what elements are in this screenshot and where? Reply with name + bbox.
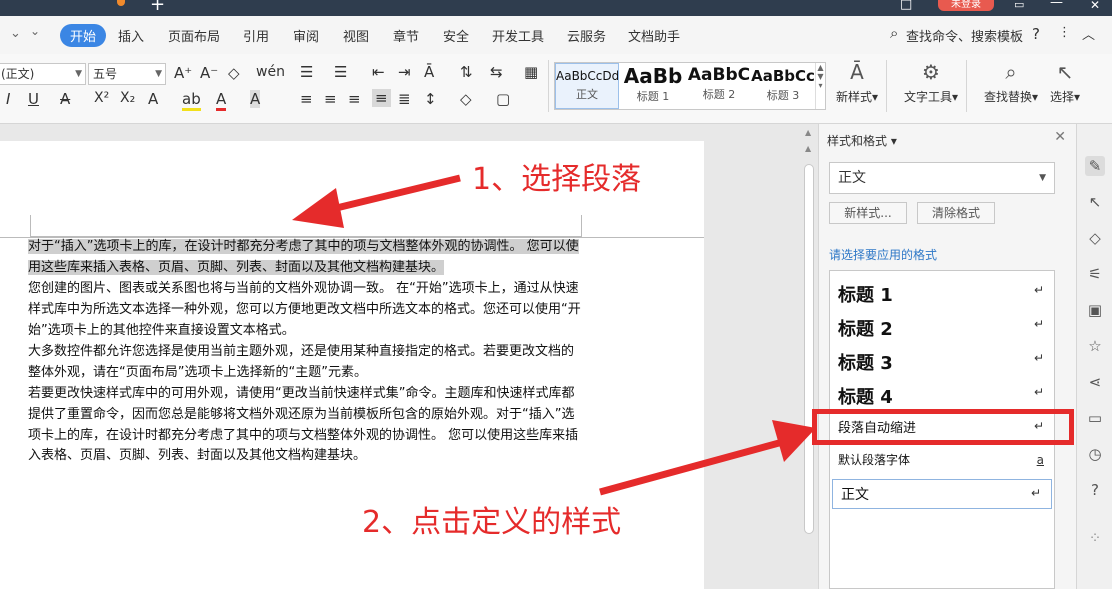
annotation-step2: 2、点击定义的样式	[362, 505, 622, 540]
arrow-2-head	[772, 420, 816, 462]
arrow-2-line	[599, 436, 791, 496]
arrow-1-head	[292, 188, 344, 228]
annotation-step1: 1、选择段落	[472, 162, 642, 197]
arrow-1-line	[319, 174, 461, 216]
highlight-box	[812, 409, 1074, 445]
